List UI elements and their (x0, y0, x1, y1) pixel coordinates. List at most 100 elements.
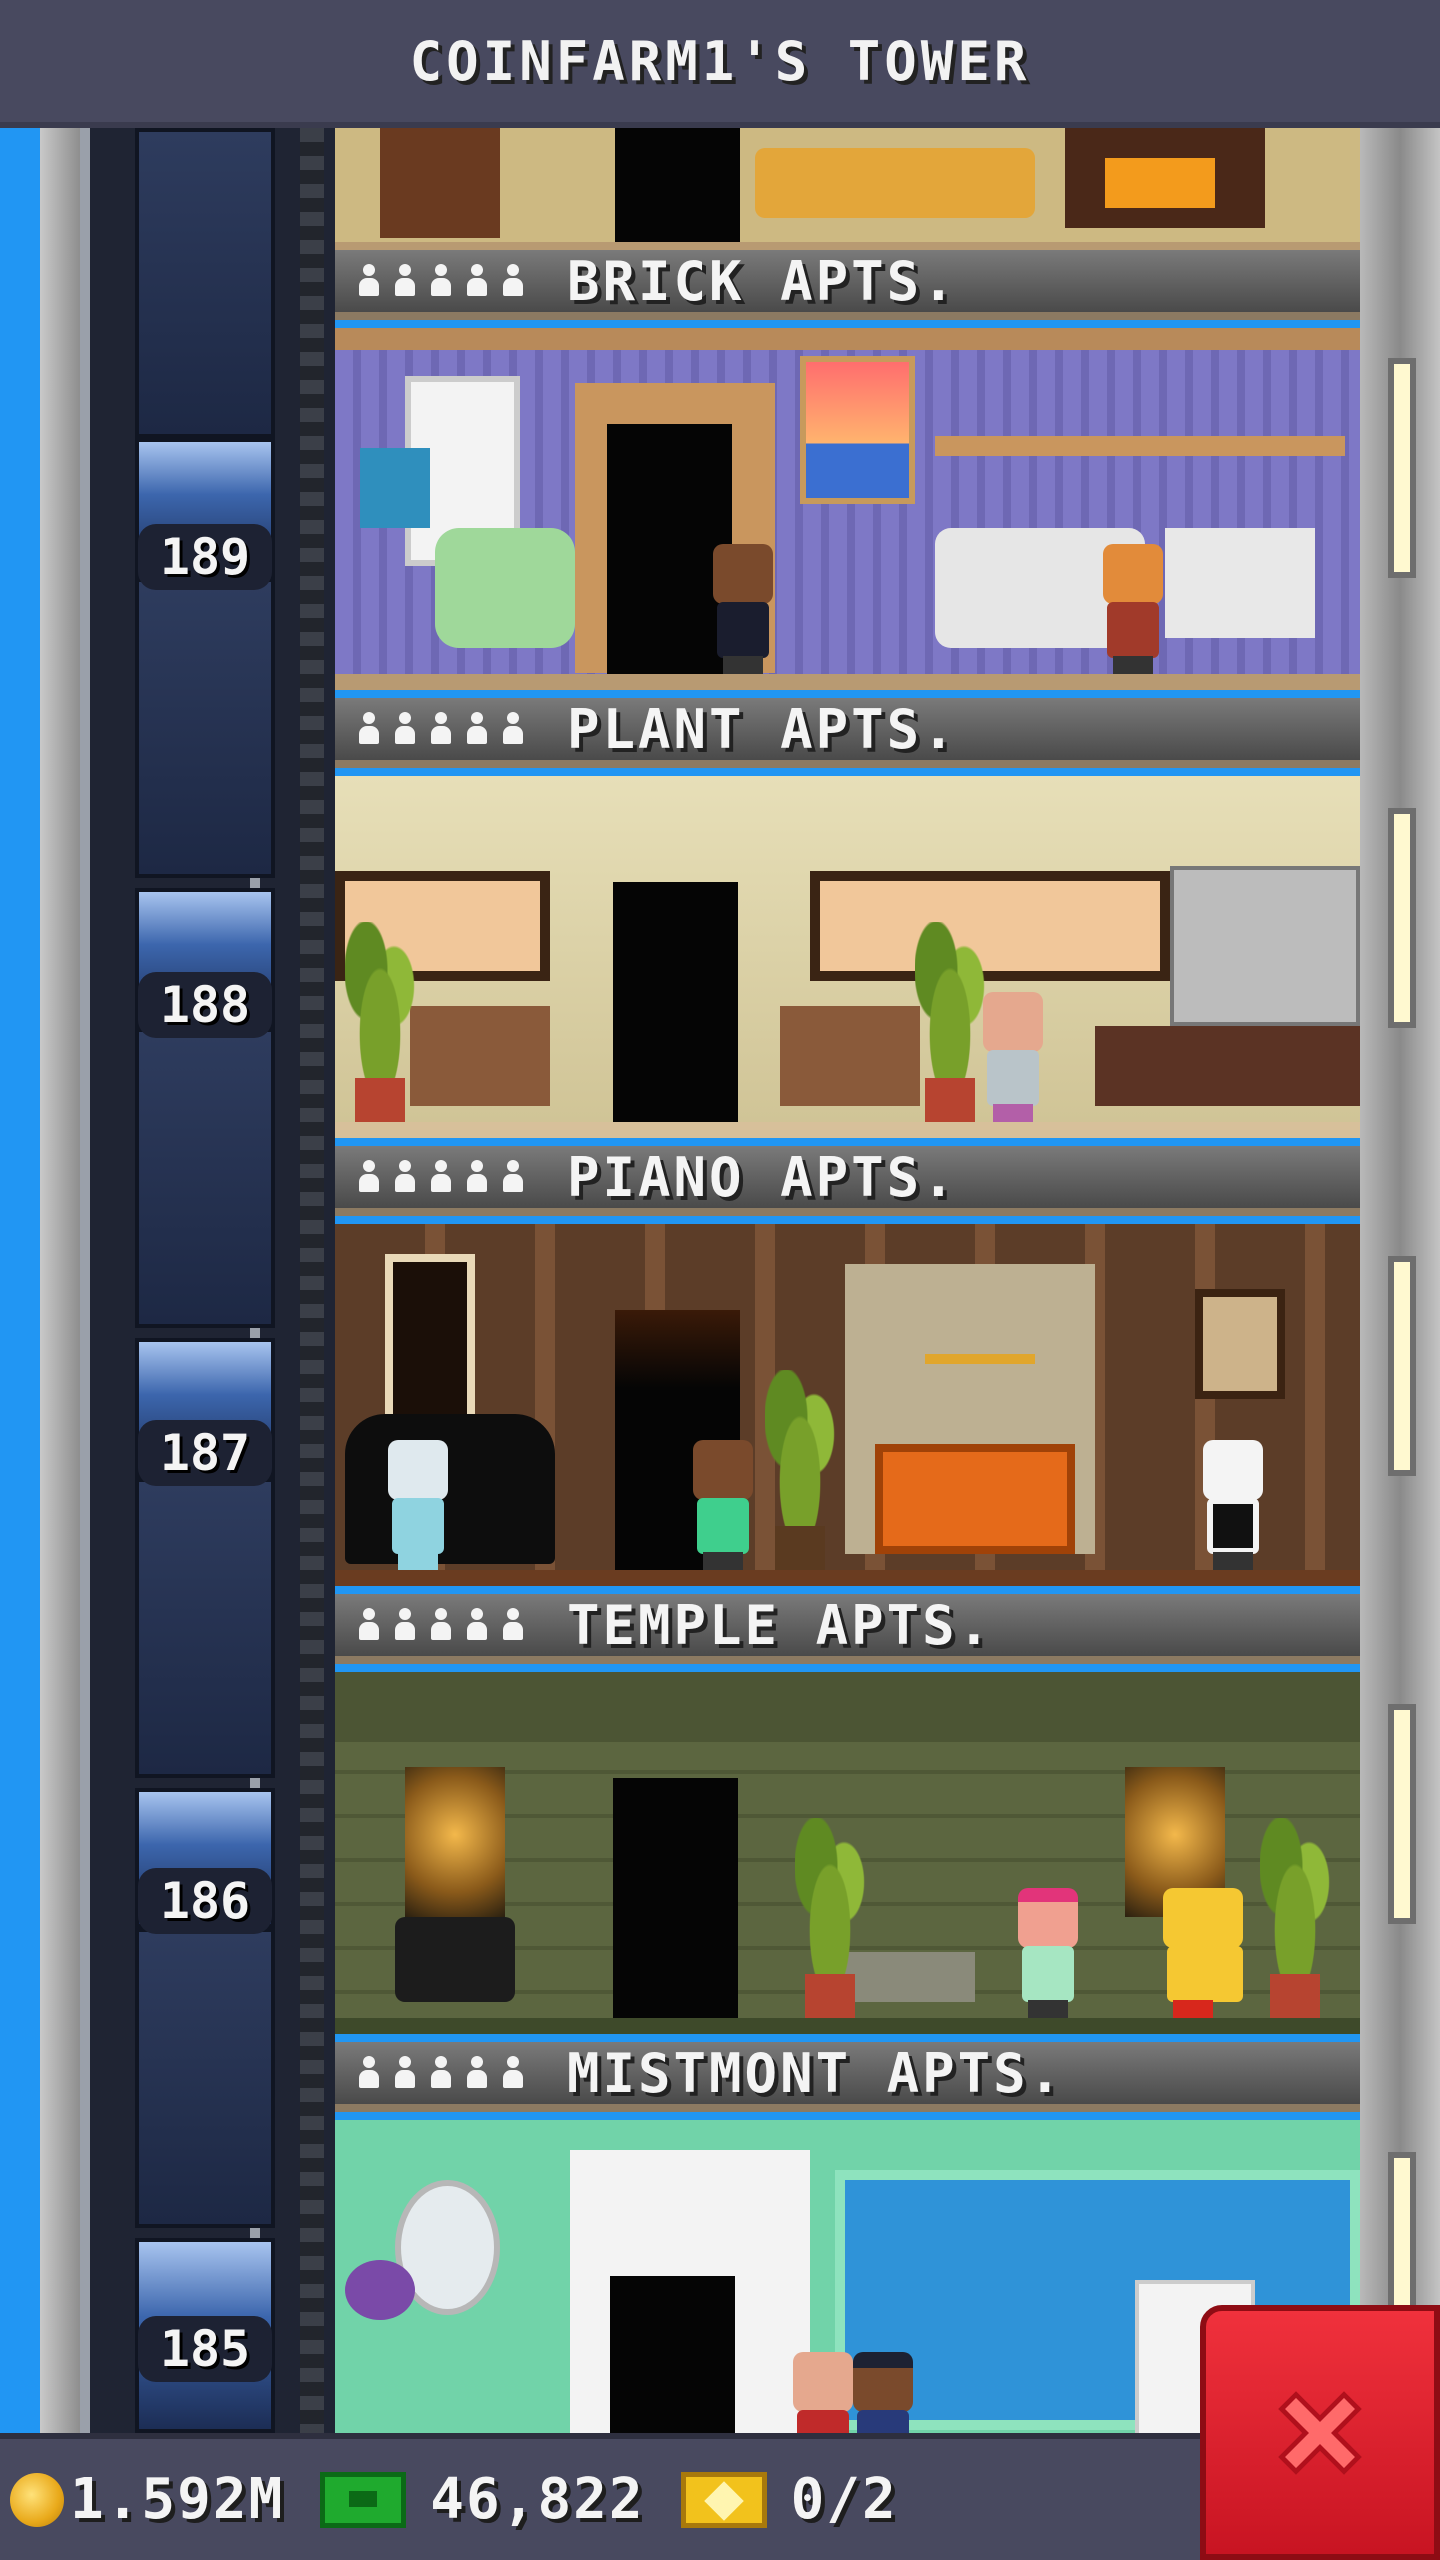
person-icon (393, 1608, 417, 1642)
bitizen[interactable] (1095, 544, 1171, 674)
person-icon (465, 1160, 489, 1194)
floor-name: BRICK APTS. (567, 249, 958, 313)
lamp (360, 448, 430, 528)
coin-icon (10, 2472, 64, 2527)
sky-strip (0, 128, 40, 2433)
person-icon (393, 2056, 417, 2090)
door[interactable] (613, 1778, 738, 2018)
tickets-display[interactable]: 0/2 (680, 2467, 898, 2532)
bux-icon (320, 2471, 407, 2528)
tickets-value: 0/2 (790, 2467, 898, 2532)
floor-190-partial[interactable] (335, 128, 1360, 266)
bitizen[interactable] (1195, 1440, 1271, 1570)
window (385, 1254, 475, 1429)
floor-number-188[interactable]: 188 (138, 972, 272, 1038)
occupancy (357, 2056, 525, 2090)
fire (1105, 158, 1215, 208)
close-button[interactable] (1200, 2305, 1440, 2560)
bitizen[interactable] (705, 544, 781, 674)
bux-value: 46,822 (430, 2467, 645, 2532)
bitizen[interactable] (845, 2352, 921, 2433)
person-icon (465, 712, 489, 746)
chandelier (925, 1294, 1035, 1364)
coins-display[interactable]: 1.592M (10, 2467, 284, 2532)
floor-number-185[interactable]: 185 (138, 2316, 272, 2382)
bitizen[interactable] (380, 1440, 456, 1570)
elevator-segment (135, 128, 275, 438)
door[interactable] (613, 882, 738, 1122)
floor-189[interactable]: BRICK APTS. (335, 250, 1360, 698)
room-plant[interactable] (335, 776, 1360, 1138)
door (615, 128, 740, 242)
bux-display[interactable]: 46,822 (320, 2467, 644, 2532)
person-icon (357, 264, 381, 298)
floor-label: PIANO APTS. (335, 1146, 1360, 1216)
person-icon (501, 712, 525, 746)
room-brick[interactable] (335, 328, 1360, 690)
hanging-plant (345, 2260, 415, 2320)
floor-number-189[interactable]: 189 (138, 524, 272, 590)
person-icon (357, 712, 381, 746)
bookshelf (380, 128, 500, 238)
person-icon (357, 1160, 381, 1194)
door[interactable] (610, 2276, 735, 2433)
brazier (395, 1917, 515, 2002)
carved-frieze (335, 1672, 1360, 1742)
elevator-segment (135, 1928, 275, 2228)
floor-name: MISTMONT APTS. (567, 2041, 1065, 2105)
floor-number-186[interactable]: 186 (138, 1868, 272, 1934)
bitizen[interactable] (1155, 1888, 1255, 2018)
elevator-rail (80, 128, 90, 2433)
close-icon (1278, 2390, 1362, 2475)
tower-right-wall (1360, 128, 1440, 2433)
tower-left-wall (40, 128, 80, 2433)
person-icon (429, 1608, 453, 1642)
floor-label: BRICK APTS. (335, 250, 1360, 320)
person-icon (357, 1608, 381, 1642)
bitizen[interactable] (1010, 1888, 1086, 2018)
elevator-segment (135, 1478, 275, 1778)
floor-name: PLANT APTS. (567, 697, 958, 761)
person-icon (429, 264, 453, 298)
palm-plant (795, 1818, 865, 2018)
framed-painting (1195, 1289, 1285, 1399)
desk (1165, 528, 1315, 638)
person-icon (501, 1160, 525, 1194)
coins-value: 1.592M (70, 2467, 285, 2532)
person-icon (501, 1608, 525, 1642)
room-piano[interactable] (335, 1224, 1360, 1586)
fridge (1170, 866, 1360, 1026)
person-icon (357, 2056, 381, 2090)
person-icon (393, 1160, 417, 1194)
floor-label: TEMPLE APTS. (335, 1594, 1360, 1664)
floor-number-187[interactable]: 187 (138, 1420, 272, 1486)
occupancy (357, 712, 525, 746)
tower-title: COINFARM1'S TOWER (409, 29, 1031, 93)
bitizen[interactable] (975, 992, 1051, 1122)
person-icon (393, 264, 417, 298)
bed (875, 1444, 1075, 1554)
bitizen[interactable] (685, 1440, 761, 1570)
floor-name: PIANO APTS. (567, 1145, 958, 1209)
person-icon (429, 1160, 453, 1194)
floor-187[interactable]: PIANO APTS. (335, 1146, 1360, 1594)
exterior-light (1388, 358, 1416, 578)
fern-plant (765, 1370, 835, 1570)
floor-188[interactable]: PLANT APTS. (335, 698, 1360, 1146)
person-icon (429, 2056, 453, 2090)
occupancy (357, 264, 525, 298)
lion-statue (405, 1767, 505, 1917)
floor-list[interactable]: BRICK APTS. PLANT APTS. PIANO APTS. TEMP… (335, 128, 1360, 2433)
person-icon (465, 1608, 489, 1642)
shelf (935, 436, 1345, 456)
exterior-light (1388, 1704, 1416, 1924)
exterior-light (1388, 1256, 1416, 1476)
person-icon (429, 712, 453, 746)
floor-186[interactable]: TEMPLE APTS. (335, 1594, 1360, 2042)
sofa (755, 148, 1035, 218)
room-temple[interactable] (335, 1672, 1360, 2034)
cabinet (410, 1006, 550, 1106)
elevator-shaft[interactable]: 189 188 187 186 185 (80, 128, 335, 2433)
palm-plant (1260, 1818, 1330, 2018)
person-icon (501, 2056, 525, 2090)
